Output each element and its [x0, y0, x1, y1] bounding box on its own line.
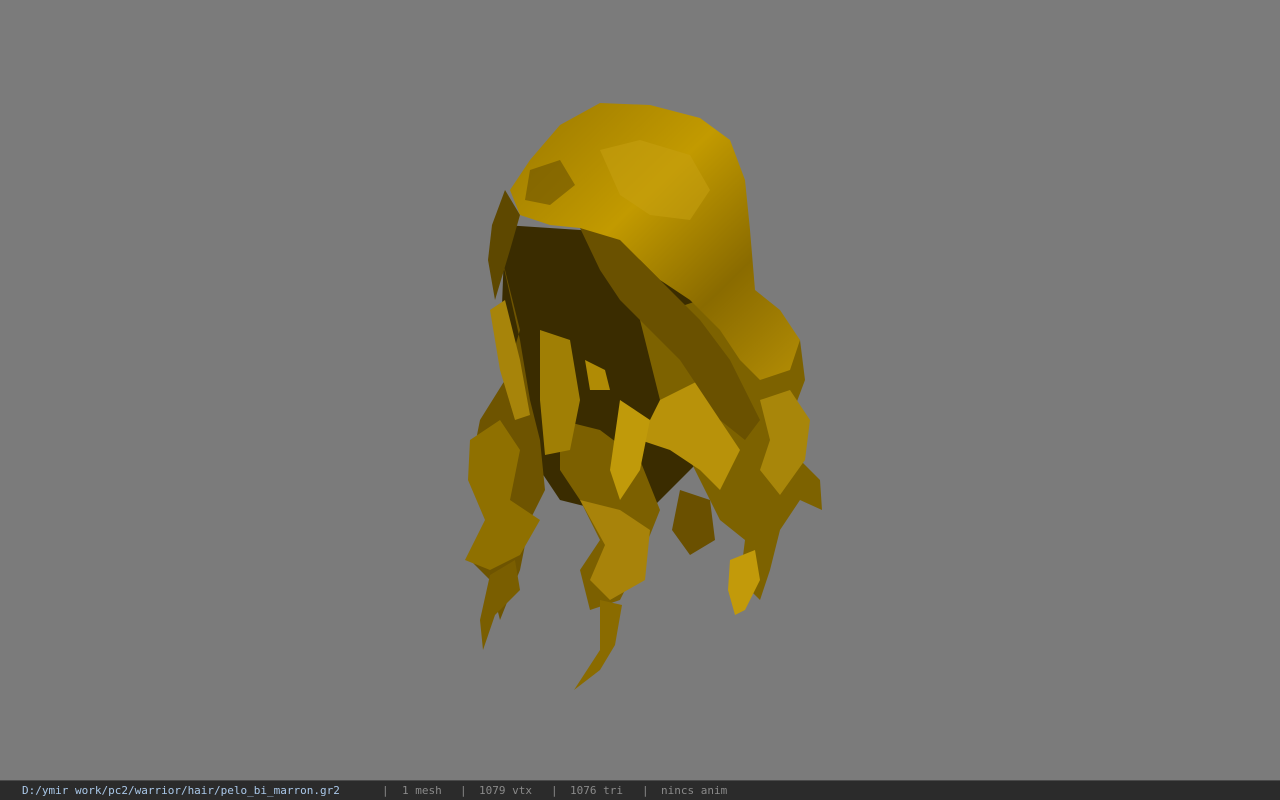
status-separator: | — [551, 784, 558, 797]
file-path: D:/ymir work/pc2/warrior/hair/pelo_bi_ma… — [22, 784, 340, 797]
animation-status: nincs anim — [661, 784, 728, 797]
status-bar: D:/ymir work/pc2/warrior/hair/pelo_bi_ma… — [0, 780, 1280, 800]
triangle-count: 1076 tri — [570, 784, 623, 797]
status-separator: | — [642, 784, 649, 797]
mesh-count: 1 mesh — [402, 784, 442, 797]
status-separator: | — [460, 784, 467, 797]
hair-strand-right-4 — [728, 550, 760, 615]
hair-strand-center-3 — [574, 600, 622, 690]
hair-strand-right-5 — [672, 490, 715, 555]
vertex-count: 1079 vtx — [479, 784, 532, 797]
3d-viewport[interactable] — [0, 0, 1280, 780]
status-separator: | — [382, 784, 389, 797]
hair-model-render — [465, 103, 822, 690]
